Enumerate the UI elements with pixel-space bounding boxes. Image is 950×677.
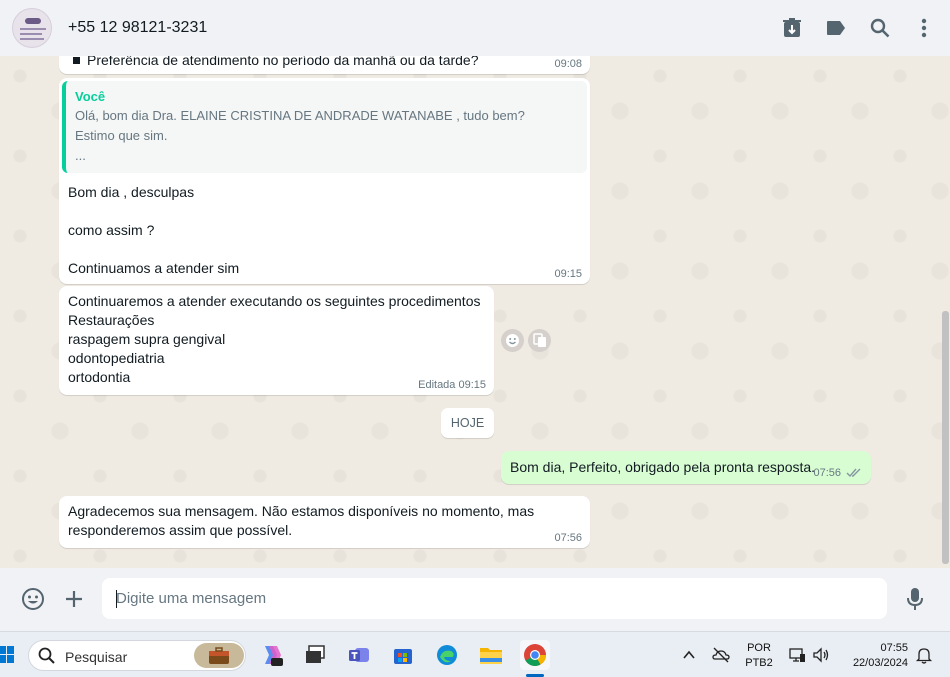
onedrive-icon[interactable] [712,646,730,664]
notification-bell-icon[interactable] [915,646,933,664]
taskbar-copilot[interactable] [256,640,286,670]
outgoing-message[interactable]: Bom dia, Perfeito, obrigado pela pronta … [501,451,871,484]
language-code: POR [747,642,771,654]
archive-button[interactable] [780,12,804,44]
archive-icon [783,18,801,37]
quote-text: ... [75,148,86,163]
search-highlight-badge[interactable] [194,643,244,668]
message-text: raspagem supra gengival [68,331,226,347]
text-caret [116,590,117,608]
forward-button[interactable] [528,329,551,352]
message-time: 07:56 [554,532,582,544]
message-body: Bom dia , desculpas como assim ? Continu… [68,183,239,297]
voice-message-button[interactable] [903,586,927,612]
avatar-logo-mark [25,18,41,24]
system-clock[interactable]: 07:55 22/03/2024 [840,641,908,671]
volume-icon[interactable] [812,646,830,664]
plus-icon [66,591,82,607]
message-list[interactable]: Preferência de atendimento no período da… [0,56,950,568]
keyboard-layout: PTB2 [745,657,773,669]
message-text: Agradecemos sua mensagem. Não estamos di… [68,503,535,519]
message-input[interactable] [102,578,887,619]
copilot-icon [265,646,283,666]
chat-scrollbar[interactable] [942,311,949,564]
briefcase-icon [209,646,229,664]
folder-icon [480,648,502,664]
double-check-icon [846,468,861,478]
contact-name[interactable]: +55 12 98121-3231 [68,19,207,37]
start-button[interactable] [0,644,14,666]
avatar-line [20,33,42,35]
avatar-line [20,38,44,40]
menu-button[interactable] [912,12,936,44]
quote-text: Estimo que sim. [75,128,168,143]
chevron-up-icon[interactable] [680,646,698,664]
message-text: Bom dia, Perfeito, obrigado pela pronta … [510,459,816,475]
search-placeholder: Pesquisar [65,649,128,665]
message-text: como assim ? [68,222,155,238]
emoji-icon [506,334,519,347]
edited-label: Editada 09:15 [418,379,486,391]
label-button[interactable] [824,12,848,44]
incoming-message[interactable]: Você Olá, bom dia Dra. ELAINE CRISTINA D… [59,78,590,284]
message-time: 09:15 [554,268,582,280]
store-icon [394,649,412,664]
search-icon [870,18,890,38]
date-divider: HOJE [441,408,494,438]
quoted-message[interactable]: Você Olá, bom dia Dra. ELAINE CRISTINA D… [62,81,587,173]
message-text: Preferência de atendimento no período da… [87,56,479,68]
taskbar-file-explorer[interactable] [476,640,506,670]
taskbar-task-view[interactable] [300,640,330,670]
search-button[interactable] [868,12,892,44]
clock-date: 22/03/2024 [852,657,908,669]
chrome-icon [524,644,546,666]
quote-text: Olá, bom dia Dra. ELAINE CRISTINA DE AND… [75,108,525,123]
incoming-message[interactable]: Continuaremos a atender executando os se… [59,286,494,395]
header-actions [780,12,936,44]
microphone-icon [907,588,923,610]
clock-time: 07:55 [880,642,908,654]
incoming-message[interactable]: Agradecemos sua mensagem. Não estamos di… [59,496,590,548]
message-text: Continuaremos a atender executando os se… [68,293,481,309]
message-text: responderemos assim que possível. [68,522,293,538]
chat-header: +55 12 98121-3231 [0,0,950,56]
contact-avatar[interactable] [12,8,52,48]
message-text: Continuamos a atender sim [68,260,240,276]
task-view-icon [306,645,325,663]
copy-icon [532,333,546,347]
edge-icon [437,645,457,665]
network-icon[interactable] [788,646,806,664]
attach-button[interactable] [62,587,86,611]
taskbar-edge[interactable] [432,640,462,670]
teams-icon [349,648,369,662]
incoming-message[interactable]: Preferência de atendimento no período da… [59,56,590,74]
input-language[interactable]: POR PTB2 [745,641,773,671]
taskbar-chrome[interactable] [520,640,550,670]
message-time: 07:56 [813,467,841,479]
message-text: odontopediatria [68,350,165,366]
os-taskbar: Pesquisar POR PTB2 07:55 22/03/2024 [0,631,950,677]
windows-logo-icon [0,646,14,663]
react-button[interactable] [501,329,524,352]
search-icon [38,647,55,664]
message-text: Bom dia , desculpas [68,184,195,200]
quote-author: Você [75,89,106,104]
avatar-line [20,28,46,30]
emoji-button[interactable] [21,587,45,611]
bullet-icon [73,57,80,64]
taskbar-store[interactable] [388,640,418,670]
message-time: 09:08 [554,58,582,70]
taskbar-search[interactable]: Pesquisar [28,640,246,671]
taskbar-teams[interactable] [344,640,374,670]
composer-bar [0,568,950,631]
label-icon [827,21,845,35]
more-vertical-icon [921,18,927,38]
emoji-icon [22,588,44,610]
message-text: Restaurações [68,312,155,328]
